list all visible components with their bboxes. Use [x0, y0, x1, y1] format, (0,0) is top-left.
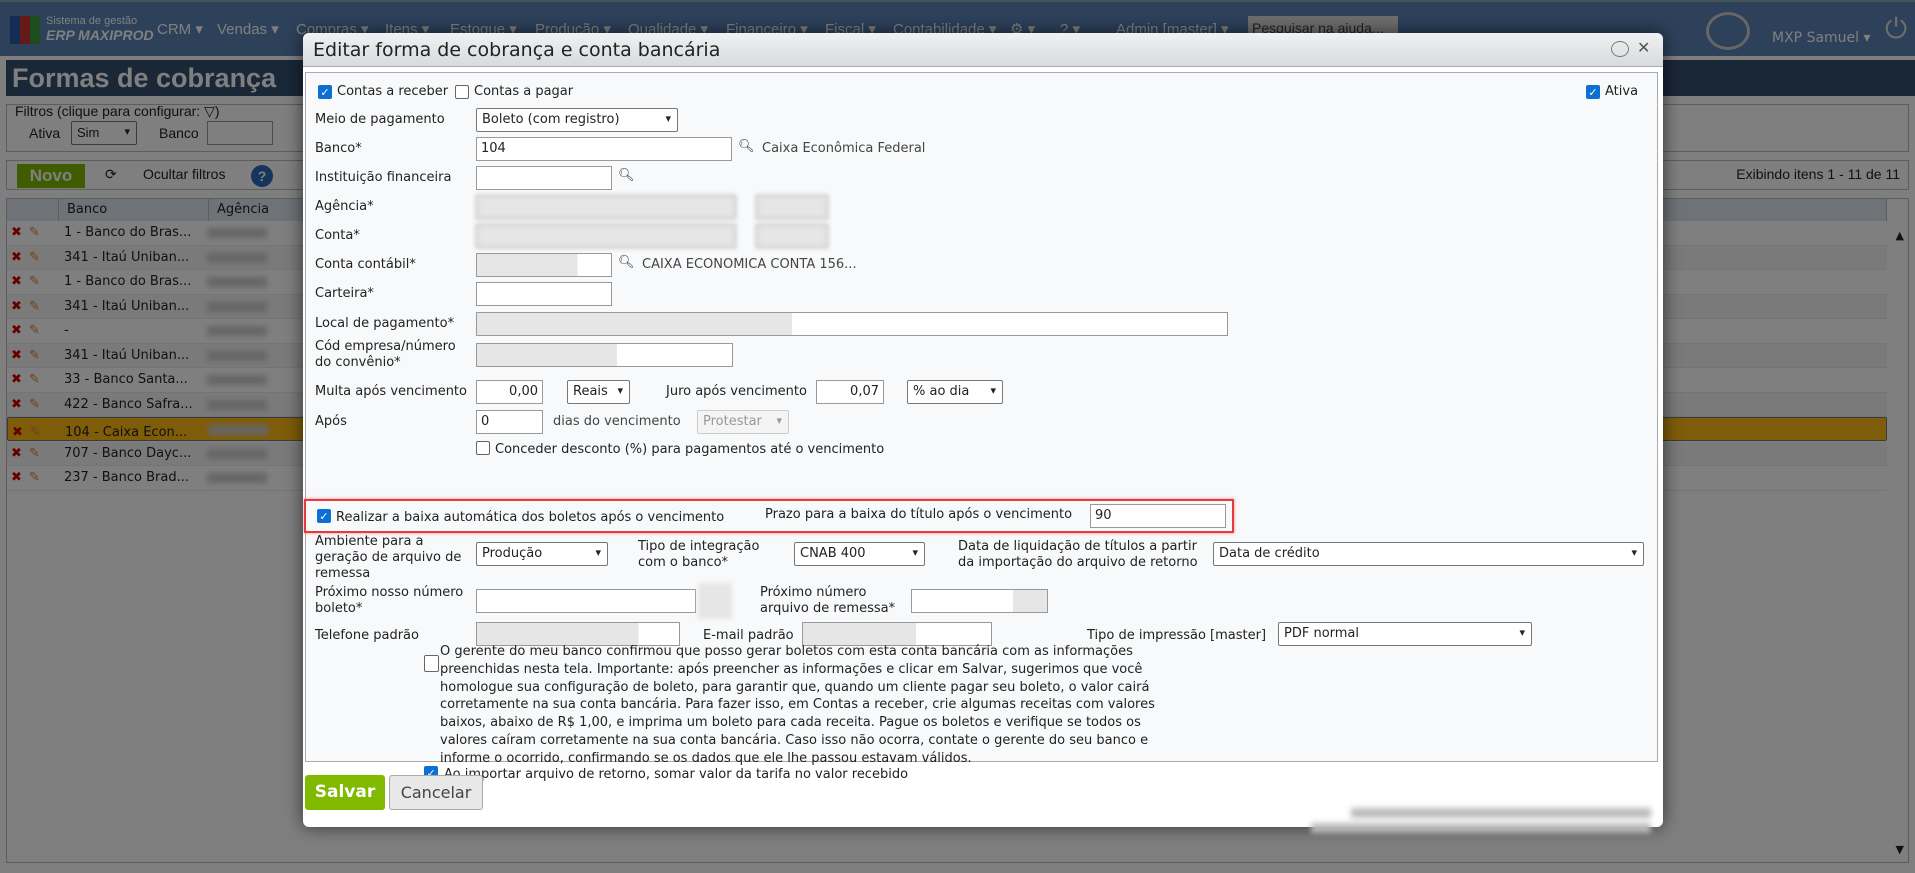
juro-input[interactable]: 0,07 [816, 380, 884, 404]
nosso-numero-input[interactable] [476, 589, 696, 613]
multa-input[interactable]: 0,00 [476, 380, 543, 404]
salvar-button[interactable]: Salvar [305, 775, 385, 810]
local-label: Local de pagamento* [315, 316, 455, 331]
cod-input[interactable] [476, 343, 733, 367]
dias-label: dias do vencimento [553, 414, 681, 429]
search-icon[interactable]: 🔍︎ [618, 255, 635, 270]
cod-label-1: Cód empresa/número [315, 339, 456, 354]
apos-label: Após [315, 414, 347, 429]
conta-input[interactable] [476, 224, 736, 248]
baixa-auto-label: Realizar a baixa automática dos boletos … [336, 510, 725, 525]
record-metadata [1303, 803, 1651, 841]
conta-contabil-name: CAIXA ECONOMICA CONTA 156... [642, 257, 857, 272]
ambiente-select[interactable]: Produção ▾ [476, 542, 608, 566]
contas-pagar-label: Contas a pagar [474, 84, 574, 99]
protestar-select[interactable]: Protestar ▾ [697, 410, 789, 434]
nosso-numero-label: Próximo nosso número boleto* [315, 585, 464, 616]
chat-icon[interactable] [1611, 41, 1629, 57]
agencia-input[interactable] [476, 195, 736, 219]
meio-select[interactable]: Boleto (com registro) ▾ [476, 108, 678, 132]
remessa-input[interactable] [911, 589, 1048, 613]
desconto-label: Conceder desconto (%) para pagamentos at… [495, 442, 885, 457]
form-panel: ✓ Contas a receber Contas a pagar ✓ Ativ… [304, 72, 1658, 782]
banco-input[interactable]: 104 [476, 137, 732, 161]
banco-name: Caixa Econômica Federal [762, 141, 926, 156]
carteira-input[interactable] [476, 282, 612, 306]
banco-label: Banco* [315, 141, 362, 156]
conta-label: Conta* [315, 228, 360, 243]
contas-pagar-checkbox[interactable] [455, 85, 469, 99]
integracao-label: Tipo de integração com o banco* [638, 539, 760, 570]
prazo-input[interactable]: 90 [1090, 504, 1226, 528]
baixa-auto-checkbox[interactable]: ✓ [317, 509, 331, 523]
nosso-numero-suffix [698, 583, 732, 619]
impressao-label: Tipo de impressão [master] [1087, 628, 1267, 643]
conta-contabil-input[interactable] [476, 253, 612, 277]
dialog-header: Editar forma de cobrança e conta bancári… [303, 33, 1663, 67]
ativa-checkbox[interactable]: ✓ [1586, 85, 1600, 99]
liquidacao-label: Data de liquidação de títulos a partir da… [958, 539, 1198, 570]
contas-receber-checkbox[interactable]: ✓ [318, 85, 332, 99]
juro-unit-select[interactable]: % ao dia ▾ [907, 380, 1003, 404]
impressao-select[interactable]: PDF normal ▾ [1278, 622, 1532, 646]
carteira-label: Carteira* [315, 286, 374, 301]
agencia-digit-input[interactable] [756, 195, 828, 219]
multa-unit-select[interactable]: Reais ▾ [567, 380, 630, 404]
integracao-select[interactable]: CNAB 400 ▾ [794, 542, 925, 566]
edit-dialog: Editar forma de cobrança e conta bancári… [303, 33, 1663, 833]
contas-receber-label: Contas a receber [337, 84, 449, 99]
prazo-label: Prazo para a baixa do título após o venc… [765, 507, 1073, 522]
desconto-checkbox[interactable] [476, 441, 490, 455]
apos-input[interactable]: 0 [476, 410, 543, 434]
ativa-label: Ativa [1605, 84, 1639, 99]
email-label: E-mail padrão [703, 628, 794, 643]
agencia-label: Agência* [315, 199, 374, 214]
local-input[interactable] [476, 312, 1228, 336]
instituicao-input[interactable] [476, 166, 612, 190]
instituicao-label: Instituição financeira [315, 170, 452, 185]
meio-label: Meio de pagamento [315, 112, 445, 127]
close-icon[interactable]: ✕ [1637, 38, 1650, 57]
gerente-text: O gerente do meu banco confirmou que pos… [440, 644, 1155, 766]
remessa-label: Próximo número arquivo de remessa* [760, 585, 896, 616]
search-icon[interactable]: 🔍︎ [738, 139, 755, 154]
cod-label-2: do convênio* [315, 355, 401, 370]
juro-label: Juro após vencimento [666, 384, 807, 399]
search-icon[interactable]: 🔍︎ [618, 168, 635, 183]
ambiente-label: Ambiente para a geração de arquivo de reme… [315, 534, 462, 581]
multa-label: Multa após vencimento [315, 384, 467, 399]
telefone-label: Telefone padrão [315, 628, 419, 643]
tarifa-label: Ao importar arquivo de retorno, somar va… [444, 767, 909, 782]
gerente-checkbox[interactable] [424, 655, 439, 672]
conta-digit-input[interactable] [756, 224, 828, 248]
conta-contabil-label: Conta contábil* [315, 257, 416, 272]
liquidacao-select[interactable]: Data de crédito ▾ [1213, 542, 1644, 566]
dialog-title: Editar forma de cobrança e conta bancári… [313, 39, 721, 61]
cancelar-button[interactable]: Cancelar [389, 775, 483, 810]
